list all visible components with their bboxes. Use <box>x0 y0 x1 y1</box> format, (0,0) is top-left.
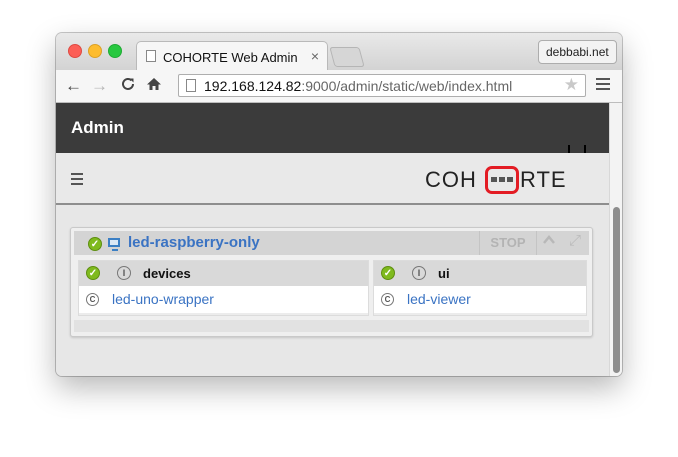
browser-window: COHORTE Web Admin × debbabi.net ← → 192.… <box>56 33 622 376</box>
isolate-name[interactable]: ui <box>438 266 450 281</box>
collapse-chevron-icon[interactable] <box>537 233 561 251</box>
isolate-panel-ui: ✓ I ui C led-viewer <box>373 260 587 316</box>
node-card: ✓ led-raspberry-only STOP ⤢ ✓ I devices … <box>70 227 593 337</box>
isolate-header: ✓ I ui <box>374 261 586 286</box>
scrollbar-thumb[interactable] <box>613 207 620 373</box>
browser-toolbar: ← → 192.168.124.82:9000/admin/static/web… <box>56 70 622 103</box>
browser-menu-icon[interactable] <box>596 78 610 93</box>
admin-header: Admin <box>56 103 609 153</box>
isolate-badge-icon: I <box>412 266 426 280</box>
logo-text-left: COH <box>425 167 477 192</box>
chevron-up-glyph <box>543 235 555 244</box>
monitor-icon <box>108 238 120 251</box>
home-glyph <box>147 78 161 90</box>
expand-icon[interactable]: ⤢ <box>563 232 587 249</box>
tab-title: COHORTE Web Admin <box>163 50 298 65</box>
isolate-panel-devices: ✓ I devices C led-uno-wrapper <box>78 260 369 316</box>
component-link[interactable]: led-uno-wrapper <box>112 291 214 307</box>
browser-tab[interactable]: COHORTE Web Admin × <box>136 41 328 72</box>
header-marker <box>568 145 586 153</box>
bookmark-star-icon[interactable]: ★ <box>564 75 579 95</box>
minimize-window-button[interactable] <box>88 44 102 58</box>
isolate-badge-icon: I <box>117 266 131 280</box>
tab-close-icon[interactable]: × <box>311 48 319 64</box>
page-icon <box>186 79 196 92</box>
page-icon <box>146 50 156 62</box>
page-scrollbar[interactable] <box>609 103 622 376</box>
forward-arrow-icon[interactable]: → <box>91 76 108 96</box>
node-status-check-icon: ✓ <box>88 237 102 251</box>
zoom-window-button[interactable] <box>108 44 122 58</box>
component-badge-icon: C <box>86 293 99 306</box>
component-badge-icon: C <box>381 293 394 306</box>
hamburger-menu-icon[interactable] <box>71 173 83 188</box>
isolate-footer <box>374 313 586 315</box>
isolate-status-check-icon: ✓ <box>381 266 395 280</box>
profile-button[interactable]: debbabi.net <box>538 40 617 64</box>
isolate-status-check-icon: ✓ <box>86 266 100 280</box>
stop-button[interactable]: STOP <box>479 231 537 255</box>
reload-glyph <box>122 77 134 90</box>
isolate-footer <box>79 313 368 315</box>
close-window-button[interactable] <box>68 44 82 58</box>
home-icon[interactable] <box>146 76 162 97</box>
address-bar[interactable]: 192.168.124.82:9000/admin/static/web/ind… <box>178 74 586 97</box>
back-arrow-icon[interactable]: ← <box>65 76 82 96</box>
url-text[interactable]: 192.168.124.82:9000/admin/static/web/ind… <box>204 78 512 94</box>
isolate-name[interactable]: devices <box>143 266 191 281</box>
logo-text-right: RTE <box>520 167 567 192</box>
title-bar: COHORTE Web Admin × debbabi.net <box>56 33 622 72</box>
node-name-link[interactable]: led-raspberry-only <box>128 234 260 251</box>
url-path: :9000/admin/static/web/index.html <box>301 78 513 94</box>
node-header: ✓ led-raspberry-only STOP ⤢ <box>74 231 589 255</box>
isolate-header: ✓ I devices <box>79 261 368 286</box>
reload-icon[interactable] <box>120 76 136 97</box>
component-link[interactable]: led-viewer <box>407 291 471 307</box>
node-card-footer <box>74 320 589 332</box>
app-subheader: COH RTE <box>56 153 609 205</box>
new-tab-button[interactable] <box>329 47 365 67</box>
admin-title: Admin <box>71 118 124 137</box>
page-viewport: Admin COH RTE ✓ led-raspberry-only STOP <box>56 103 622 376</box>
url-host: 192.168.124.82 <box>204 78 302 94</box>
logo-ring-icon <box>485 166 519 194</box>
